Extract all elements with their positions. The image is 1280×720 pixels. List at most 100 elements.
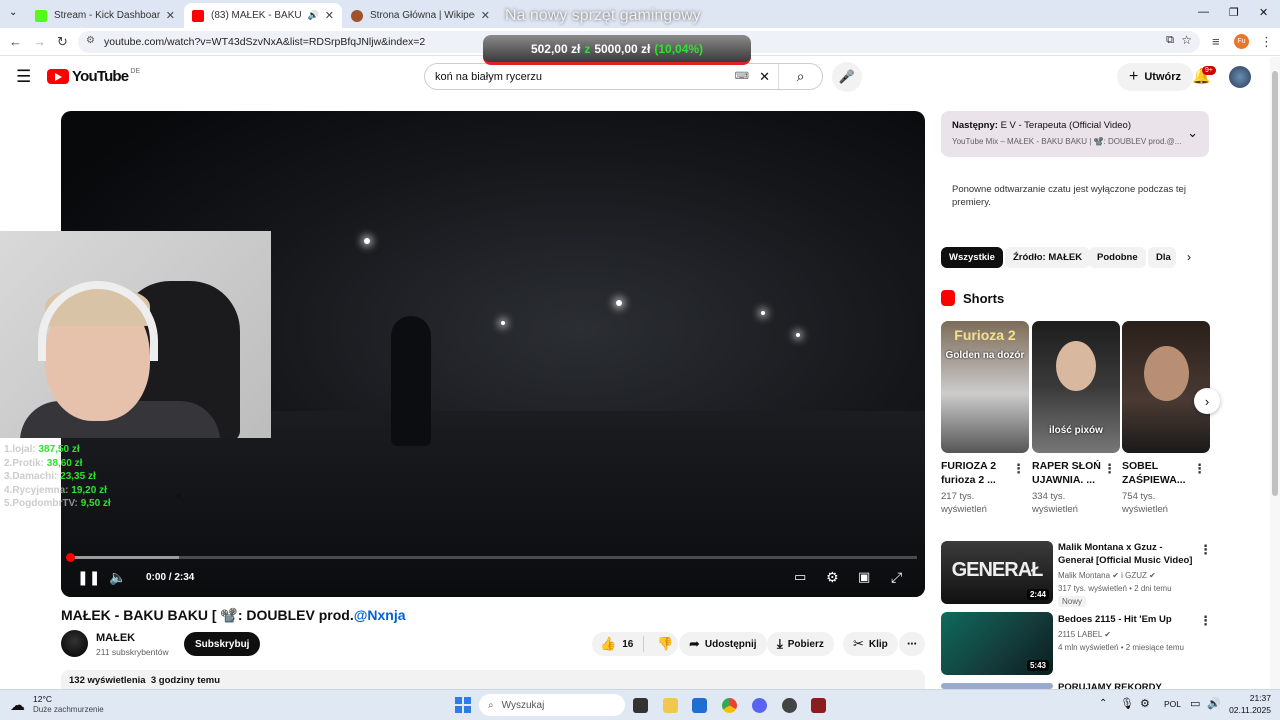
short-title[interactable]: SOBEL ZAŚPIEWA... <box>1122 459 1186 487</box>
subtitles-icon[interactable]: ▭ <box>794 569 806 585</box>
tab-wikipedia[interactable]: Strona Główna | Wikipedia Gle... ✕ <box>343 3 498 28</box>
youtube-logo[interactable]: YouTube DE <box>47 68 140 85</box>
voice-search-button[interactable]: 🎤 <box>832 62 862 92</box>
search-input[interactable]: koń na białym rycerzu <box>425 71 735 83</box>
tab-kick-dashboard[interactable]: Stream - Kick Dashboard ✕ <box>27 3 183 28</box>
short-views: 334 tys. wyświetleń <box>1032 491 1078 515</box>
obs-icon[interactable] <box>782 698 797 713</box>
share-button[interactable]: ➦ Udostępnij <box>679 632 767 656</box>
weather-temp[interactable]: 12°C <box>33 694 52 704</box>
minimize-icon[interactable]: — <box>1198 6 1209 18</box>
rec-channel[interactable]: Malik Montana ✔ i GZUZ ✔ <box>1058 569 1156 582</box>
playlist-next-panel[interactable]: Następny: E V - Terapeuta (Official Vide… <box>941 111 1209 157</box>
scrollbar-thumb[interactable] <box>1272 71 1278 496</box>
short-menu-icon[interactable]: ⋮ <box>1103 461 1116 477</box>
pause-icon[interactable]: ❚❚ <box>77 569 100 586</box>
subscribe-button[interactable]: Subskrybuj <box>184 632 261 656</box>
windows-start-icon[interactable] <box>455 697 471 713</box>
search-button[interactable]: ⌕ <box>778 64 822 89</box>
scrubber-handle[interactable] <box>66 553 75 562</box>
tray-app-icon[interactable]: ⚙ <box>1140 697 1150 710</box>
chip-similar[interactable]: Podobne <box>1089 247 1146 268</box>
clock-time[interactable]: 21:37 <box>1229 693 1271 703</box>
street-light <box>761 311 765 315</box>
dislike-button[interactable]: 👎 <box>649 636 673 652</box>
shorts-next-button[interactable]: › <box>1194 388 1220 414</box>
page-scrollbar[interactable] <box>1270 57 1280 689</box>
mic-tray-icon[interactable]: 🎙 <box>1120 697 1134 710</box>
close-tab-icon[interactable]: ✕ <box>166 9 175 22</box>
site-info-icon[interactable]: ⚙ <box>86 35 95 46</box>
rec-menu-icon[interactable]: ⋮ <box>1199 613 1212 629</box>
language-indicator[interactable]: POL <box>1164 699 1181 709</box>
keyboard-icon[interactable]: ⌨ <box>735 71 749 82</box>
close-tab-icon[interactable]: ✕ <box>325 9 334 22</box>
channel-name[interactable]: MAŁEK <box>96 632 135 644</box>
video-thumbnail[interactable]: 5:43 <box>941 612 1053 675</box>
time-display: 0:00 / 2:34 <box>146 572 195 583</box>
task-view-icon[interactable] <box>633 698 648 713</box>
short-title[interactable]: RAPER SŁOŃ UJAWNIA. ... <box>1032 459 1101 487</box>
discord-icon[interactable] <box>752 698 767 713</box>
street-light <box>364 238 370 244</box>
close-window-icon[interactable]: ✕ <box>1259 6 1268 19</box>
settings-gear-icon[interactable]: ⚙ <box>826 569 839 586</box>
rec-menu-icon[interactable]: ⋮ <box>1199 542 1212 558</box>
close-tab-icon[interactable]: ✕ <box>481 9 490 22</box>
store-icon[interactable] <box>692 698 707 713</box>
short-thumbnail[interactable] <box>1122 321 1210 453</box>
reload-icon[interactable]: ↻ <box>57 34 68 50</box>
more-actions-button[interactable]: ⋯ <box>899 632 925 656</box>
network-icon[interactable]: ▭ <box>1190 697 1200 710</box>
volume-tray-icon[interactable]: 🔊 <box>1207 697 1221 710</box>
clock-date[interactable]: 02.11.2025 <box>1222 705 1271 715</box>
expand-chevron-icon[interactable]: ⌄ <box>1187 125 1198 141</box>
browser-menu-icon[interactable]: ⋮ <box>1260 34 1273 50</box>
clear-search-icon[interactable]: ✕ <box>759 69 770 85</box>
tab-list-chevron-icon[interactable]: ⌄ <box>9 7 17 18</box>
volume-icon[interactable]: 🔈 <box>109 569 126 586</box>
video-thumbnail[interactable]: GENERAŁ 2:44 <box>941 541 1053 604</box>
speaker-icon[interactable]: 🔊 <box>308 10 319 21</box>
create-button[interactable]: + Utwórz <box>1117 63 1194 91</box>
tray-chevron-icon[interactable]: ⌃ <box>1099 698 1107 709</box>
short-thumbnail[interactable]: Furioza 2 Golden na dozór <box>941 321 1029 453</box>
forward-icon[interactable]: → <box>33 34 46 49</box>
tab-youtube-video[interactable]: (83) MAŁEK - BAKU BAKU | ... 🔊 ✕ <box>184 3 342 28</box>
chrome-icon[interactable] <box>722 698 737 713</box>
rec-channel[interactable]: 2115 LABEL ✔ <box>1058 628 1111 641</box>
game-app-icon[interactable] <box>811 698 826 713</box>
chip-source[interactable]: Źródło: MAŁEK <box>1005 247 1091 268</box>
account-avatar[interactable] <box>1229 66 1251 88</box>
chip-for-you[interactable]: Dla <box>1148 247 1176 268</box>
back-icon[interactable]: ← <box>9 34 22 49</box>
channel-avatar[interactable] <box>61 630 88 657</box>
weather-cloud-icon[interactable]: ☁ <box>10 696 25 714</box>
title-handle-link[interactable]: @Nxnja <box>354 607 406 623</box>
short-menu-icon[interactable]: ⋮ <box>1193 461 1206 477</box>
short-title[interactable]: FURIOZA 2 furioza 2 ... <box>941 459 996 487</box>
file-explorer-icon[interactable] <box>663 698 678 713</box>
theater-mode-icon[interactable]: ▣ <box>858 569 870 585</box>
clip-button[interactable]: ✂ Klip <box>843 632 898 656</box>
maximize-icon[interactable]: ❐ <box>1229 6 1239 19</box>
chip-all[interactable]: Wszystkie <box>941 247 1003 268</box>
chips-next-chevron-icon[interactable]: › <box>1187 250 1191 264</box>
short-menu-icon[interactable]: ⋮ <box>1012 461 1025 477</box>
rec-video-title[interactable]: Bedoes 2115 - Hit 'Em Up <box>1058 613 1198 626</box>
rec-video-title[interactable]: Malik Montana x Gzuz - Generał [Official… <box>1058 541 1198 567</box>
video-progress-bar[interactable] <box>66 553 917 562</box>
profile-avatar[interactable]: Fu <box>1234 34 1249 49</box>
short-thumbnail[interactable]: ilość pixów <box>1032 321 1120 453</box>
like-button[interactable]: 👍 16 <box>592 636 644 652</box>
taskbar-search[interactable]: ⌕ Wyszukaj <box>479 694 625 716</box>
search-box[interactable]: koń na białym rycerzu ⌨ ✕ ⌕ <box>424 63 823 90</box>
hamburger-menu-icon[interactable]: ☰ <box>16 67 31 87</box>
weather-desc[interactable]: Duże zachmurzenie <box>33 705 104 714</box>
bookmark-star-icon[interactable]: ☆ <box>1181 33 1192 47</box>
fullscreen-icon[interactable]: ⤢ <box>891 569 902 586</box>
reading-list-icon[interactable]: ≡ <box>1212 34 1220 49</box>
install-app-icon[interactable]: ⧉ <box>1166 34 1174 47</box>
rec-video-title[interactable]: PORUJAMY REKORDY <box>1058 681 1198 689</box>
download-button[interactable]: ⤓ Pobierz <box>767 632 834 656</box>
